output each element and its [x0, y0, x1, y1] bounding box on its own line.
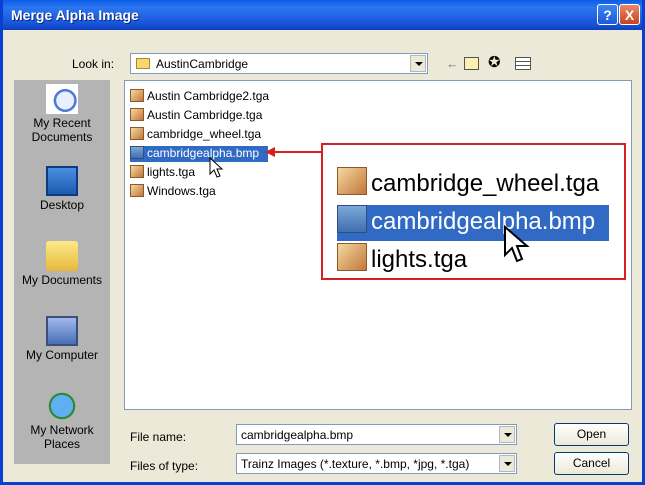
my-documents-icon	[46, 241, 78, 271]
new-folder-icon[interactable]: ✪	[488, 53, 501, 71]
place-label: Desktop	[39, 198, 85, 212]
tga-file-icon	[130, 89, 144, 102]
places-bar: My Recent Documents Desktop My Documents…	[14, 80, 110, 464]
title-bar[interactable]: Merge Alpha Image ? X	[3, 0, 642, 30]
tga-file-icon	[337, 243, 367, 271]
look-in-label: Look in:	[72, 57, 115, 71]
file-item[interactable]: Windows.tga	[130, 184, 216, 200]
file-type-label: Files of type:	[130, 459, 199, 473]
bmp-file-icon	[130, 146, 144, 159]
cancel-button[interactable]: Cancel	[554, 452, 629, 475]
zoom-item: lights.tga	[337, 243, 467, 279]
folder-icon	[136, 58, 150, 69]
tga-file-icon	[130, 127, 144, 140]
place-network[interactable]: My Network Places	[14, 391, 110, 451]
mouse-cursor-icon	[504, 225, 530, 263]
place-desktop[interactable]: Desktop	[14, 166, 110, 212]
bmp-file-icon	[337, 205, 367, 233]
place-label: My Documents	[21, 273, 103, 287]
views-menu-icon[interactable]	[515, 57, 531, 70]
recent-documents-icon	[46, 84, 78, 114]
up-folder-icon[interactable]	[464, 57, 479, 70]
file-item-selected[interactable]: cambridgealpha.bmp	[130, 146, 268, 162]
dialog-title: Merge Alpha Image	[11, 7, 139, 23]
zoom-item-selected: cambridgealpha.bmp	[337, 205, 609, 241]
desktop-icon	[46, 166, 78, 196]
file-type-dropdown-button[interactable]	[499, 455, 515, 472]
tga-file-icon	[337, 167, 367, 195]
open-button[interactable]: Open	[554, 423, 629, 446]
zoom-item: cambridge_wheel.tga	[337, 167, 599, 203]
file-item[interactable]: Austin Cambridge.tga	[130, 108, 262, 124]
callout-arrow	[265, 147, 323, 157]
place-my-computer[interactable]: My Computer	[14, 316, 110, 362]
back-icon[interactable]: ←	[446, 56, 459, 72]
place-label: My Recent Documents	[31, 116, 93, 144]
file-item[interactable]: cambridge_wheel.tga	[130, 127, 261, 143]
place-label: My Computer	[25, 348, 99, 362]
network-places-icon	[46, 391, 78, 421]
look-in-dropdown-button[interactable]	[410, 55, 426, 72]
place-my-documents[interactable]: My Documents	[14, 241, 110, 287]
file-name-dropdown-button[interactable]	[499, 426, 515, 443]
tga-file-icon	[130, 108, 144, 121]
file-item[interactable]: lights.tga	[130, 165, 195, 181]
tga-file-icon	[130, 165, 144, 178]
place-recent-documents[interactable]: My Recent Documents	[14, 84, 110, 144]
file-item[interactable]: Austin Cambridge2.tga	[130, 89, 269, 105]
file-name-field[interactable]: cambridgealpha.bmp	[236, 424, 517, 445]
my-computer-icon	[46, 316, 78, 346]
place-label: My Network Places	[30, 423, 94, 451]
zoom-callout: cambridge_wheel.tga cambridgealpha.bmp l…	[321, 143, 626, 280]
help-button[interactable]: ?	[597, 4, 618, 25]
file-name-label: File name:	[130, 430, 187, 444]
close-button[interactable]: X	[619, 4, 640, 25]
look-in-value: AustinCambridge	[156, 57, 249, 71]
tga-file-icon	[130, 184, 144, 197]
look-in-combo[interactable]: AustinCambridge	[130, 53, 428, 74]
mouse-cursor-icon	[209, 157, 224, 178]
merge-alpha-dialog: Merge Alpha Image ? X Look in: AustinCam…	[0, 0, 645, 485]
file-type-select[interactable]: Trainz Images (*.texture, *.bmp, *jpg, *…	[236, 453, 517, 474]
